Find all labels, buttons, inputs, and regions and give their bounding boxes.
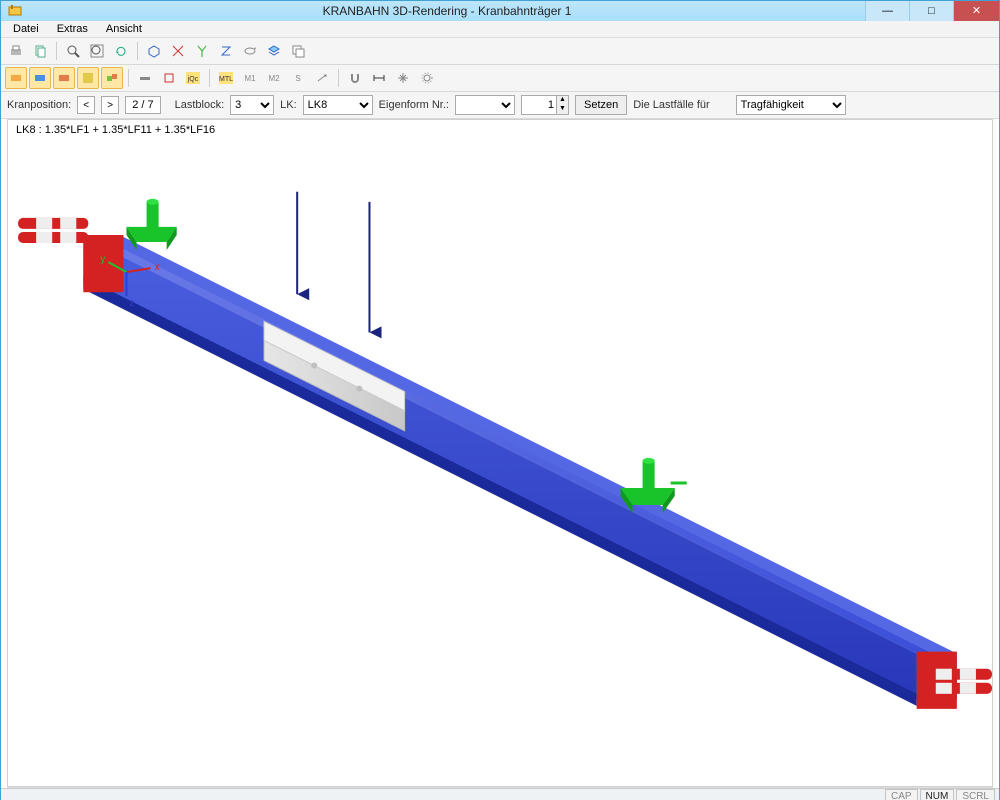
rotate-icon[interactable] <box>239 40 261 62</box>
mtl-icon[interactable]: MTL <box>215 67 237 89</box>
status-cap: CAP <box>885 789 918 800</box>
separator <box>137 42 138 60</box>
setzen-button[interactable]: Setzen <box>575 95 627 115</box>
pan-icon[interactable] <box>392 67 414 89</box>
titlebar: KRANBAHN 3D-Rendering - Kranbahnträger 1… <box>1 1 999 21</box>
lk-formula-label: LK8 : 1.35*LF1 + 1.35*LF11 + 1.35*LF16 <box>16 124 215 136</box>
eigenform-number-input[interactable] <box>522 99 556 111</box>
copy-view-icon[interactable] <box>287 40 309 62</box>
menu-extras[interactable]: Extras <box>49 21 96 37</box>
eigenform-number-spinner[interactable]: ▲▼ <box>521 95 569 115</box>
mode-3-icon[interactable] <box>53 67 75 89</box>
zoom-icon[interactable] <box>62 40 84 62</box>
axis-z-label: z <box>129 298 134 309</box>
window-title: KRANBAHN 3D-Rendering - Kranbahnträger 1 <box>29 4 865 18</box>
opt-s-icon[interactable]: S <box>287 67 309 89</box>
spin-up-icon[interactable]: ▲ <box>556 96 568 105</box>
close-button[interactable]: ✕ <box>953 1 999 21</box>
view-z-icon[interactable] <box>215 40 237 62</box>
tragfahigkeit-select[interactable]: Tragfähigkeit <box>736 95 846 115</box>
maximize-button[interactable]: □ <box>909 1 953 21</box>
layers-icon[interactable] <box>263 40 285 62</box>
dimension-icon[interactable] <box>368 67 390 89</box>
lastblock-label: Lastblock: <box>175 99 225 111</box>
opt-m2-icon[interactable]: M2 <box>263 67 285 89</box>
menu-datei[interactable]: Datei <box>5 21 47 37</box>
zoom-extents-icon[interactable] <box>86 40 108 62</box>
prev-position-button[interactable]: < <box>77 96 95 114</box>
opt-arrow-icon[interactable] <box>311 67 333 89</box>
lk-select[interactable]: LK8 <box>303 95 373 115</box>
menubar: Datei Extras Ansicht <box>1 21 999 38</box>
svg-text:M1: M1 <box>244 74 256 83</box>
status-num: NUM <box>920 789 955 800</box>
separator <box>56 42 57 60</box>
mode-5-icon[interactable] <box>101 67 123 89</box>
green-support-left <box>126 199 176 250</box>
position-value: 2 / 7 <box>125 96 160 114</box>
print-icon[interactable] <box>5 40 27 62</box>
copy-icon[interactable] <box>29 40 51 62</box>
separator <box>209 69 210 87</box>
view-iso-icon[interactable] <box>143 40 165 62</box>
svg-text:S: S <box>295 74 300 83</box>
app-icon <box>7 3 23 19</box>
app-window: KRANBAHN 3D-Rendering - Kranbahnträger 1… <box>0 0 1000 800</box>
minimize-button[interactable]: — <box>865 1 909 21</box>
eigenform-label: Eigenform Nr.: <box>379 99 449 111</box>
toolbar-secondary: jQc MTL M1 M2 S <box>1 65 999 92</box>
eigenform-select[interactable] <box>455 95 515 115</box>
svg-text:M2: M2 <box>268 74 280 83</box>
crane-runway-beam <box>83 237 957 706</box>
lastfalle-text: Die Lastfälle für <box>633 99 709 111</box>
mode-1-icon[interactable] <box>5 67 27 89</box>
mode-2-icon[interactable] <box>29 67 51 89</box>
left-support-end <box>18 218 123 292</box>
mode-4-icon[interactable] <box>77 67 99 89</box>
separator <box>338 69 339 87</box>
3d-viewport[interactable]: x y z <box>8 120 992 786</box>
refresh-icon[interactable] <box>110 40 132 62</box>
right-support-end <box>917 652 992 709</box>
settings-icon[interactable] <box>416 67 438 89</box>
toolbar-primary <box>1 38 999 65</box>
view-y-icon[interactable] <box>191 40 213 62</box>
beam-icon[interactable] <box>134 67 156 89</box>
next-position-button[interactable]: > <box>101 96 119 114</box>
separator <box>128 69 129 87</box>
kranposition-label: Kranposition: <box>7 99 71 111</box>
lastblock-select[interactable]: 3 <box>230 95 274 115</box>
3d-viewport-container: LK8 : 1.35*LF1 + 1.35*LF11 + 1.35*LF16 <box>7 119 993 787</box>
axis-y-label: y <box>100 254 105 265</box>
joc-icon[interactable]: jQc <box>182 67 204 89</box>
view-x-icon[interactable] <box>167 40 189 62</box>
menu-ansicht[interactable]: Ansicht <box>98 21 150 37</box>
section-icon[interactable] <box>158 67 180 89</box>
magnet-icon[interactable] <box>344 67 366 89</box>
window-buttons: — □ ✕ <box>865 1 999 21</box>
axis-x-label: x <box>155 262 160 273</box>
svg-text:MTL: MTL <box>219 76 233 83</box>
lk-label: LK: <box>280 99 297 111</box>
statusbar: CAP NUM SCRL <box>1 788 999 800</box>
svg-text:jQc: jQc <box>187 76 199 83</box>
green-support-right <box>620 458 686 513</box>
spin-down-icon[interactable]: ▼ <box>556 105 568 114</box>
controlbar: Kranposition: < > 2 / 7 Lastblock: 3 LK:… <box>1 92 999 119</box>
status-scrl: SCRL <box>956 789 995 800</box>
opt-m1-icon[interactable]: M1 <box>239 67 261 89</box>
